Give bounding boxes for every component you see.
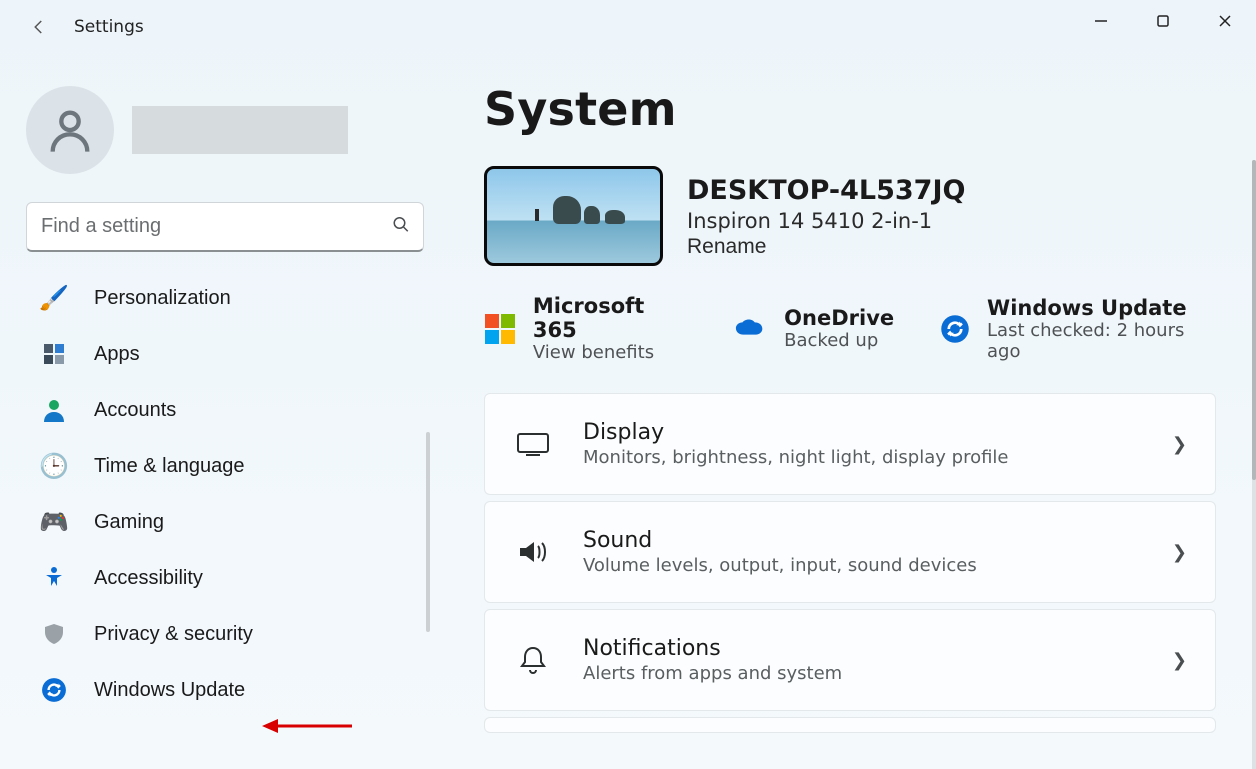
close-icon <box>1218 14 1232 28</box>
page-heading: System <box>484 82 1216 136</box>
card-title: Sound <box>583 528 1142 553</box>
gamepad-icon: 🎮 <box>40 508 68 536</box>
sidebar-item-label: Time & language <box>94 455 244 478</box>
app-title: Settings <box>74 17 144 37</box>
sidebar-item-label: Windows Update <box>94 679 245 702</box>
main-scrollbar[interactable] <box>1252 160 1256 769</box>
card-notifications[interactable]: NotificationsAlerts from apps and system… <box>484 609 1216 711</box>
quicklink-subtitle: View benefits <box>533 342 690 363</box>
back-arrow-icon <box>30 18 48 36</box>
brush-icon: 🖌️ <box>40 284 68 312</box>
sidebar-scrollbar[interactable] <box>426 432 430 632</box>
sidebar-item-accessibility[interactable]: Accessibility <box>26 550 424 606</box>
chevron-right-icon: ❯ <box>1172 434 1187 455</box>
sidebar-item-time-language[interactable]: 🕒 Time & language <box>26 438 424 494</box>
update-icon <box>938 312 971 346</box>
sidebar-item-label: Accounts <box>94 399 176 422</box>
sound-icon <box>513 537 553 567</box>
card-title: Notifications <box>583 636 1142 661</box>
maximize-button[interactable] <box>1132 0 1194 42</box>
sidebar-item-windows-update[interactable]: Windows Update <box>26 662 424 718</box>
close-button[interactable] <box>1194 0 1256 42</box>
sidebar-item-privacy-security[interactable]: Privacy & security <box>26 606 424 662</box>
microsoft-logo-icon <box>484 312 517 346</box>
card-sound[interactable]: SoundVolume levels, output, input, sound… <box>484 501 1216 603</box>
search-icon <box>392 216 410 239</box>
clock-globe-icon: 🕒 <box>40 452 68 480</box>
card-subtitle: Alerts from apps and system <box>583 663 1142 684</box>
maximize-icon <box>1156 14 1170 28</box>
sidebar-item-label: Accessibility <box>94 567 203 590</box>
chevron-right-icon: ❯ <box>1172 650 1187 671</box>
card-display[interactable]: DisplayMonitors, brightness, night light… <box>484 393 1216 495</box>
sidebar-item-label: Privacy & security <box>94 623 253 646</box>
sidebar-item-label: Personalization <box>94 287 231 310</box>
chevron-right-icon: ❯ <box>1172 542 1187 563</box>
quicklink-title: OneDrive <box>784 306 894 330</box>
quicklink-windows-update[interactable]: Windows UpdateLast checked: 2 hours ago <box>938 294 1216 363</box>
desktop-wallpaper-thumbnail[interactable] <box>484 166 663 266</box>
person-icon <box>44 104 96 156</box>
sidebar-item-personalization[interactable]: 🖌️ Personalization <box>26 270 424 326</box>
sidebar-item-gaming[interactable]: 🎮 Gaming <box>26 494 424 550</box>
quicklink-onedrive[interactable]: OneDriveBacked up <box>734 294 894 363</box>
quicklink-title: Microsoft 365 <box>533 294 690 342</box>
card-subtitle: Volume levels, output, input, sound devi… <box>583 555 1142 576</box>
shield-icon <box>40 620 68 648</box>
apps-icon <box>40 340 68 368</box>
rename-link[interactable]: Rename <box>687 235 766 259</box>
quicklink-subtitle: Backed up <box>784 330 894 351</box>
update-icon <box>40 676 68 704</box>
search-input[interactable] <box>26 202 424 252</box>
accessibility-icon <box>40 564 68 592</box>
minimize-button[interactable] <box>1070 0 1132 42</box>
card-subtitle: Monitors, brightness, night light, displ… <box>583 447 1142 468</box>
display-icon <box>513 431 553 457</box>
sidebar-item-accounts[interactable]: Accounts <box>26 382 424 438</box>
card-peek[interactable] <box>484 717 1216 733</box>
device-name: DESKTOP-4L537JQ <box>687 173 965 208</box>
sidebar-item-label: Apps <box>94 343 140 366</box>
user-account-block[interactable] <box>26 86 424 174</box>
bell-icon <box>513 644 553 676</box>
device-model: Inspiron 14 5410 2-in-1 <box>687 208 965 235</box>
person-icon <box>40 396 68 424</box>
user-name-placeholder <box>132 106 348 154</box>
card-title: Display <box>583 420 1142 445</box>
avatar <box>26 86 114 174</box>
quicklink-title: Windows Update <box>987 296 1216 320</box>
quicklink-subtitle: Last checked: 2 hours ago <box>987 320 1216 362</box>
quicklink-microsoft-365[interactable]: Microsoft 365View benefits <box>484 294 690 363</box>
onedrive-icon <box>734 312 768 346</box>
sidebar-item-label: Gaming <box>94 511 164 534</box>
sidebar-item-apps[interactable]: Apps <box>26 326 424 382</box>
back-button[interactable] <box>24 12 54 42</box>
minimize-icon <box>1094 14 1108 28</box>
